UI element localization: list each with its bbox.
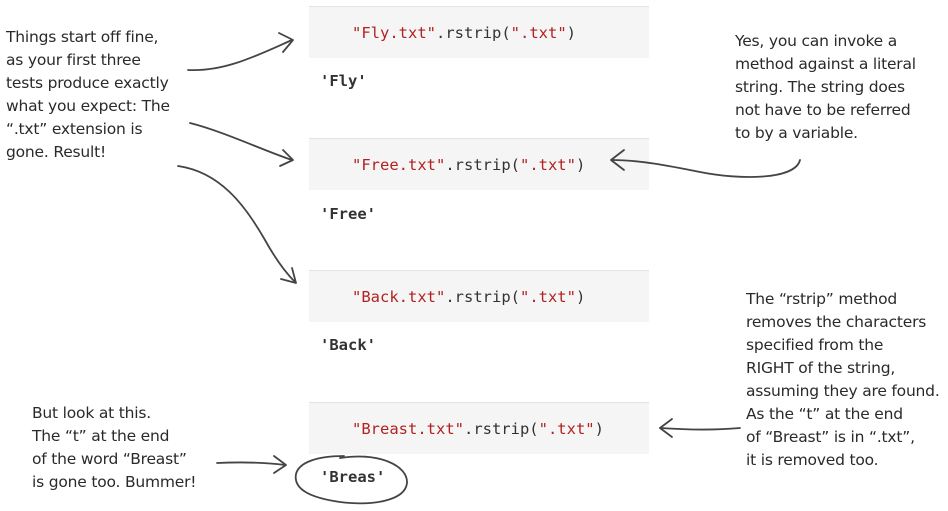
arrow-to-breas — [216, 461, 286, 466]
annotation-arrows — [177, 32, 801, 505]
arrow-to-fly — [187, 39, 293, 71]
circle-around-output — [294, 455, 408, 505]
arrow-to-free — [189, 122, 293, 161]
arrow-from-right-bottom — [659, 427, 741, 431]
arrow-to-back — [177, 165, 296, 283]
arrow-from-right-top — [611, 159, 801, 178]
